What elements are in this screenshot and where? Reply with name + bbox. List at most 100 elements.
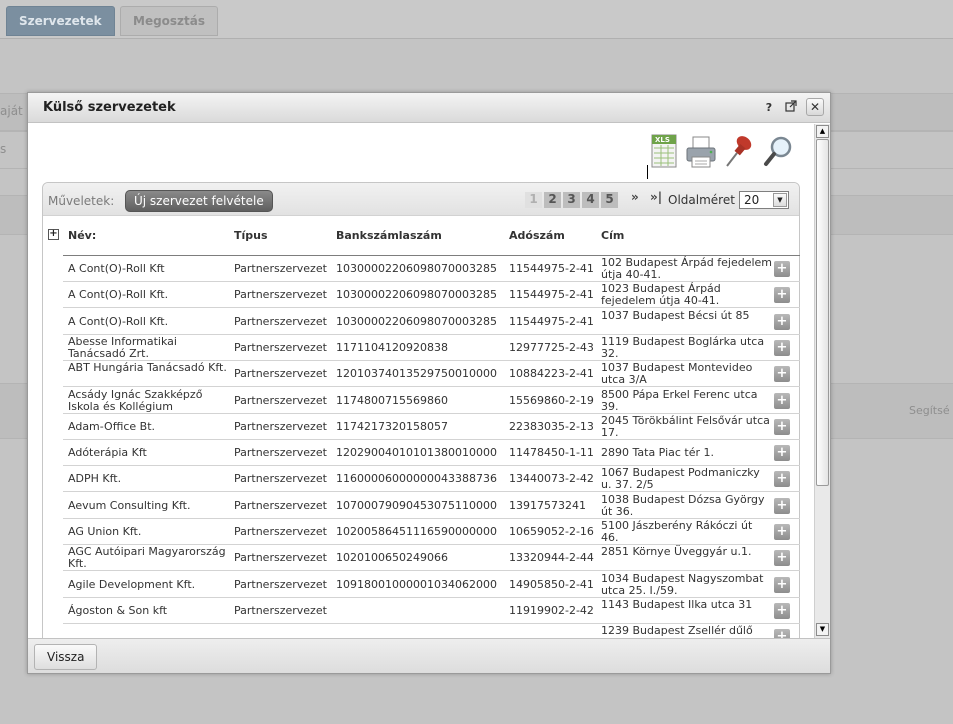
background-tabbar: Szervezetek Megosztás xyxy=(0,0,953,39)
cell-name: AG Union Kft. xyxy=(68,525,142,538)
cell-type: Partnerszervezet xyxy=(234,393,327,407)
cell-name: Aevum Consulting Kft. xyxy=(68,498,191,512)
row-add-icon[interactable]: + xyxy=(774,418,790,435)
row-add-icon[interactable]: + xyxy=(774,576,790,593)
dialog-body: XLS Műveletek: Új szervezet felvétele 1 … xyxy=(28,124,830,638)
page-1-button[interactable]: 1 xyxy=(525,192,542,208)
cell-address: 5100 Jászberény Rákóczi út 46. xyxy=(601,519,753,544)
table-row[interactable]: AGC Autóipari Magyarország Kft. Partnersz… xyxy=(63,545,800,572)
table-row[interactable]: Acsády Ignác Szakképző Iskola és Kollégi… xyxy=(63,388,800,414)
row-add-icon[interactable]: + xyxy=(774,366,790,383)
table-row[interactable]: A Cont(O)-Roll Kft. Partnerszervezet 10300… xyxy=(63,309,800,335)
page-4-button[interactable]: 4 xyxy=(582,192,599,208)
cell-tax-number: 14905850-2-41 xyxy=(509,577,594,591)
table-row[interactable]: Aevum Consulting Kft. Partnerszervezet 107… xyxy=(63,493,800,519)
table-row[interactable]: ADPH Kft. Partnerszervezet 116000060000000… xyxy=(63,466,800,493)
cell-bank-account: 10918001000001034062000 xyxy=(336,577,497,591)
cell-name: ABT Hungária Tanácsadó Kft. xyxy=(68,361,227,375)
page-size-label: Oldalméret xyxy=(668,193,735,207)
operations-label: Műveletek: xyxy=(48,194,115,208)
organizations-grid: Műveletek: Új szervezet felvétele 12345 … xyxy=(42,182,800,638)
cell-name: Adóterápia Kft xyxy=(68,446,147,460)
cell-tax-number: 11544975-2-41 xyxy=(509,288,594,302)
cell-bank-account: 1171104120920838 xyxy=(336,340,448,354)
table-row[interactable]: Agile Development Kft. Partnerszervezet 10… xyxy=(63,572,800,598)
cell-address: 2890 Tata Piac tér 1. xyxy=(601,446,715,460)
cell-type: Partnerszervezet xyxy=(234,314,327,328)
table-row[interactable]: Abesse Informatikai Tanácsadó Zrt. Partne… xyxy=(63,335,800,361)
column-header-type[interactable]: Típus xyxy=(234,229,268,242)
new-organization-button[interactable]: Új szervezet felvétele xyxy=(125,190,273,212)
table-row[interactable]: Adóterápia Kft Partnerszervezet 1202900401… xyxy=(63,440,800,467)
cell-address: 1037 Budapest Bécsi út 85 xyxy=(601,308,750,322)
cell-name: AGC Autóipari Magyarország Kft. xyxy=(68,545,226,571)
last-page-icon[interactable]: »| xyxy=(650,190,662,204)
cell-address: 2851 Környe Üveggyár u.1. xyxy=(601,545,752,559)
table-row[interactable]: AG Union Kft. Partnerszervezet 10200586451… xyxy=(63,519,800,545)
cell-tax-number: 22383035-2-13 xyxy=(509,419,594,433)
printer-icon[interactable] xyxy=(684,133,718,171)
xls-export-icon[interactable]: XLS xyxy=(648,133,682,171)
table-row[interactable]: ABT Hungária Tanácsadó Kft. Partnerszerve… xyxy=(63,361,800,388)
cell-type: Partnerszervezet xyxy=(234,262,327,275)
text-caret xyxy=(647,165,648,179)
cell-name: Adam-Office Bt. xyxy=(68,419,156,433)
scroll-up-icon[interactable]: ▲ xyxy=(816,125,829,138)
row-add-icon[interactable]: + xyxy=(774,261,790,277)
dropdown-arrow-icon: ▼ xyxy=(773,193,787,207)
background-help-text: Segítsé xyxy=(909,404,950,417)
row-add-icon[interactable]: + xyxy=(774,629,790,638)
cell-bank-account: 1174217320158057 xyxy=(336,419,448,433)
search-icon[interactable] xyxy=(762,133,796,171)
row-add-icon[interactable]: + xyxy=(774,497,790,514)
row-add-icon[interactable]: + xyxy=(774,392,790,409)
table-row[interactable]: Ágoston & Son kft Partnerszervezet 1191990… xyxy=(63,598,800,624)
page-2-button[interactable]: 2 xyxy=(544,192,561,208)
page-size-select[interactable]: 20 ▼ xyxy=(739,191,789,209)
row-add-icon[interactable]: + xyxy=(774,602,790,619)
table-row[interactable]: A Cont(O)-Roll Kft Partnerszervezet 103000… xyxy=(63,256,800,282)
cell-tax-number: 15569860-2-19 xyxy=(509,393,594,407)
cell-type: Partnerszervezet xyxy=(234,525,327,538)
help-icon[interactable]: ? xyxy=(761,100,777,116)
tab-szervezetek[interactable]: Szervezetek xyxy=(6,6,115,36)
page-3-button[interactable]: 3 xyxy=(563,192,580,208)
table-row[interactable]: A Cont(O)-Roll Kft. Partnerszervezet 10300… xyxy=(63,282,800,309)
cell-tax-number: 13320944-2-44 xyxy=(509,551,594,565)
cell-name: Ágoston & Son kft xyxy=(68,603,168,617)
popout-icon[interactable] xyxy=(783,100,799,116)
cell-address: 1023 Budapest Árpád fejedelem útja 40-41… xyxy=(601,282,721,308)
row-add-icon[interactable]: + xyxy=(774,550,790,567)
cell-tax-number: 10659052-2-16 xyxy=(509,525,594,538)
row-add-icon[interactable]: + xyxy=(774,445,790,462)
cell-address: 1037 Budapest Montevideo utca 3/A xyxy=(601,361,753,387)
cell-tax-number: 10884223-2-41 xyxy=(509,367,594,381)
vertical-scrollbar[interactable]: ▲ ▼ xyxy=(814,124,830,638)
scroll-thumb[interactable] xyxy=(816,139,829,486)
column-header-bank-account[interactable]: Bankszámlaszám xyxy=(336,229,442,242)
tab-megosztas[interactable]: Megosztás xyxy=(120,6,219,36)
column-header-name[interactable]: Név: xyxy=(68,229,96,242)
table-row[interactable]: 1239 Budapest Zsellér dűlő + xyxy=(63,624,800,638)
row-add-icon[interactable]: + xyxy=(774,471,790,488)
page-5-button[interactable]: 5 xyxy=(601,192,618,208)
pin-icon[interactable] xyxy=(723,133,757,171)
row-add-icon[interactable]: + xyxy=(774,339,790,356)
close-icon[interactable]: ✕ xyxy=(806,98,824,116)
row-add-icon[interactable]: + xyxy=(774,524,790,540)
column-header-tax-number[interactable]: Adószám xyxy=(509,229,565,242)
row-add-icon[interactable]: + xyxy=(774,287,790,304)
scroll-down-icon[interactable]: ▼ xyxy=(816,623,829,636)
back-button[interactable]: Vissza xyxy=(34,644,98,670)
row-add-icon[interactable]: + xyxy=(774,313,790,330)
column-header-address[interactable]: Cím xyxy=(601,229,624,242)
cell-type: Partnerszervezet xyxy=(234,419,327,433)
expand-all-icon[interactable]: + xyxy=(48,229,59,240)
cell-address: 1239 Budapest Zsellér dűlő xyxy=(601,624,753,638)
cell-bank-account: 10300002206098070003285 xyxy=(336,262,497,275)
table-row[interactable]: Adam-Office Bt. Partnerszervezet 117421732… xyxy=(63,414,800,440)
cell-address: 1143 Budapest Ilka utca 31 xyxy=(601,597,753,611)
cell-bank-account: 10300002206098070003285 xyxy=(336,288,497,302)
next-page-icon[interactable]: » xyxy=(631,190,639,204)
cell-type: Partnerszervezet xyxy=(234,340,327,354)
